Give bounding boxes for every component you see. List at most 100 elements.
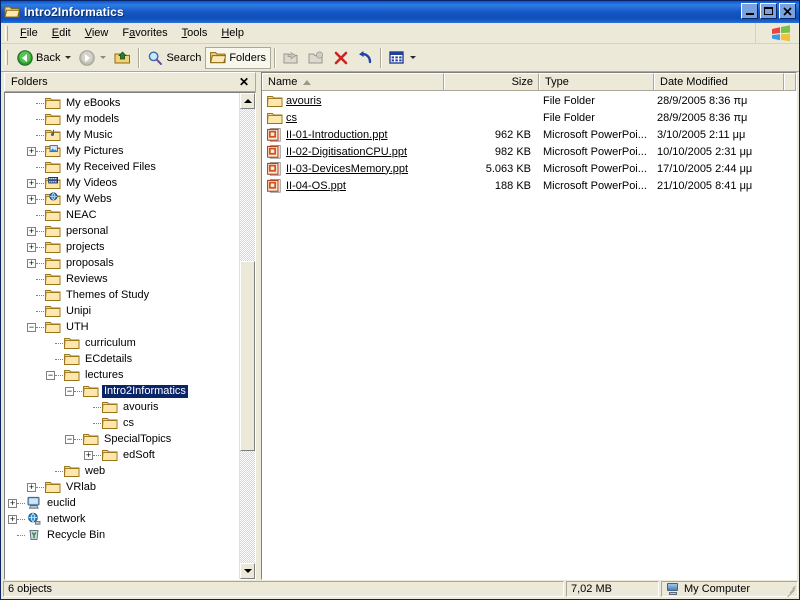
tree-item-intro2informatics[interactable]: − Intro2Informatics [5, 383, 239, 399]
close-button[interactable] [779, 3, 796, 19]
file-name-cell[interactable]: cs [262, 111, 444, 125]
expand-plus-icon[interactable]: + [27, 482, 36, 492]
tree-item-label: lectures [85, 368, 124, 381]
maximize-button[interactable] [760, 3, 777, 19]
file-date-cell: 21/10/2005 8:41 μμ [657, 179, 753, 192]
file-name-cell[interactable]: II-02-DigitisationCPU.ppt [262, 144, 444, 159]
file-row[interactable]: II-02-DigitisationCPU.ppt 982 KB Microsoft… [262, 143, 796, 160]
file-row[interactable]: II-04-OS.ppt 188 KB Microsoft PowerPoi... 2… [262, 177, 796, 194]
tree-item-recycle-bin[interactable]: Recycle Bin [5, 527, 239, 543]
column-header-date[interactable]: Date Modified [654, 73, 784, 90]
views-dropdown-icon[interactable] [410, 56, 417, 59]
up-folder-icon [114, 50, 131, 63]
file-name-cell[interactable]: II-03-DevicesMemory.ppt [262, 161, 444, 176]
tree-item-avouris[interactable]: avouris [5, 399, 239, 415]
tree-item-label: My Music [66, 128, 113, 141]
tree-item-vrlab[interactable]: + VRlab [5, 479, 239, 495]
expand-plus-icon[interactable]: + [27, 178, 36, 188]
tree-item-label: personal [66, 224, 109, 237]
tree-item-my-music[interactable]: My Music [5, 127, 239, 143]
tree-item-curriculum[interactable]: curriculum [5, 335, 239, 351]
file-name-label[interactable]: avouris [286, 95, 321, 107]
search-button[interactable]: Search [143, 47, 205, 69]
collapse-minus-icon[interactable]: − [65, 386, 74, 396]
minimize-button[interactable] [741, 3, 758, 19]
expand-plus-icon[interactable]: + [8, 498, 17, 508]
expand-plus-icon[interactable]: + [27, 194, 36, 204]
file-name-cell[interactable]: II-04-OS.ppt [262, 178, 444, 193]
file-row[interactable]: cs File Folder 28/9/2005 8:36 πμ [262, 109, 796, 126]
expand-plus-icon[interactable]: + [84, 450, 93, 460]
tree-item-cs[interactable]: cs [5, 415, 239, 431]
folder-icon [45, 304, 61, 318]
file-name-cell[interactable]: II-01-Introduction.ppt [262, 127, 444, 142]
tree-item-neac[interactable]: NEAC [5, 207, 239, 223]
tree-item-personal[interactable]: + personal [5, 223, 239, 239]
file-name-cell[interactable]: avouris [262, 94, 444, 108]
column-header-name[interactable]: Name [262, 73, 444, 90]
back-button[interactable]: Back [13, 47, 75, 69]
scroll-up-button[interactable] [240, 93, 256, 109]
tree-item-themes-of-study[interactable]: Themes of Study [5, 287, 239, 303]
tree-scrollbar[interactable] [239, 93, 256, 579]
expand-plus-icon[interactable]: + [27, 258, 36, 268]
menu-view[interactable]: View [78, 25, 116, 42]
column-header-size[interactable]: Size [444, 73, 539, 90]
collapse-minus-icon[interactable]: − [27, 322, 36, 332]
tree-item-projects[interactable]: + projects [5, 239, 239, 255]
resize-grip[interactable] [784, 583, 796, 598]
expand-plus-icon[interactable]: + [27, 146, 36, 156]
delete-button[interactable] [329, 47, 353, 69]
expand-plus-icon[interactable]: + [8, 514, 17, 524]
tree-item-proposals[interactable]: + proposals [5, 255, 239, 271]
file-size-cell: 982 KB [494, 145, 531, 158]
menu-grip[interactable] [5, 25, 8, 41]
toolbar-grip[interactable] [5, 50, 8, 65]
tree-item-reviews[interactable]: Reviews [5, 271, 239, 287]
file-list[interactable]: avouris File Folder 28/9/2005 8:36 πμ cs Fil… [262, 91, 796, 579]
menu-favorites[interactable]: Favorites [115, 25, 174, 42]
scroll-thumb[interactable] [240, 261, 256, 451]
folders-button[interactable]: Folders [205, 46, 272, 69]
expand-plus-icon[interactable]: + [27, 226, 36, 236]
views-button[interactable] [385, 47, 420, 69]
tree-item-my-webs[interactable]: + My Webs [5, 191, 239, 207]
menu-help[interactable]: Help [214, 25, 251, 42]
undo-button[interactable] [353, 47, 377, 69]
tree-item-unipi[interactable]: Unipi [5, 303, 239, 319]
file-row[interactable]: avouris File Folder 28/9/2005 8:36 πμ [262, 92, 796, 109]
tree-item-specialtopics[interactable]: − SpecialTopics [5, 431, 239, 447]
tree-item-my-ebooks[interactable]: My eBooks [5, 95, 239, 111]
tree-item-my-videos[interactable]: + My Videos [5, 175, 239, 191]
tree-item-my-models[interactable]: My models [5, 111, 239, 127]
tree-item-euclid[interactable]: + euclid [5, 495, 239, 511]
tree-item-my-pictures[interactable]: + My Pictures [5, 143, 239, 159]
file-name-label[interactable]: II-02-DigitisationCPU.ppt [286, 146, 407, 158]
expand-plus-icon[interactable]: + [27, 242, 36, 252]
scroll-down-button[interactable] [240, 563, 256, 579]
file-name-label[interactable]: II-03-DevicesMemory.ppt [286, 163, 408, 175]
collapse-minus-icon[interactable]: − [65, 434, 74, 444]
file-name-label[interactable]: II-01-Introduction.ppt [286, 129, 388, 141]
scroll-track[interactable] [240, 109, 256, 563]
file-row[interactable]: II-01-Introduction.ppt 962 KB Microsoft Po… [262, 126, 796, 143]
close-icon[interactable]: ✕ [237, 76, 251, 88]
tree-item-web[interactable]: web [5, 463, 239, 479]
tree-item-my-received-files[interactable]: My Received Files [5, 159, 239, 175]
menu-tools[interactable]: Tools [175, 25, 215, 42]
menu-edit[interactable]: Edit [45, 25, 78, 42]
menu-file[interactable]: File [13, 25, 45, 42]
tree-item-edsoft[interactable]: + edSoft [5, 447, 239, 463]
file-name-label[interactable]: cs [286, 112, 297, 124]
tree-item-network[interactable]: + network [5, 511, 239, 527]
tree-item-ecdetails[interactable]: ECdetails [5, 351, 239, 367]
column-header-type[interactable]: Type [539, 73, 654, 90]
title-bar[interactable]: Intro2Informatics [1, 1, 799, 23]
back-dropdown-icon[interactable] [65, 56, 72, 59]
file-row[interactable]: II-03-DevicesMemory.ppt 5.063 KB Microsoft… [262, 160, 796, 177]
collapse-minus-icon[interactable]: − [46, 370, 55, 380]
up-button[interactable] [110, 47, 135, 69]
file-name-label[interactable]: II-04-OS.ppt [286, 180, 346, 192]
tree-item-lectures[interactable]: − lectures [5, 367, 239, 383]
tree-item-uth[interactable]: − UTH [5, 319, 239, 335]
